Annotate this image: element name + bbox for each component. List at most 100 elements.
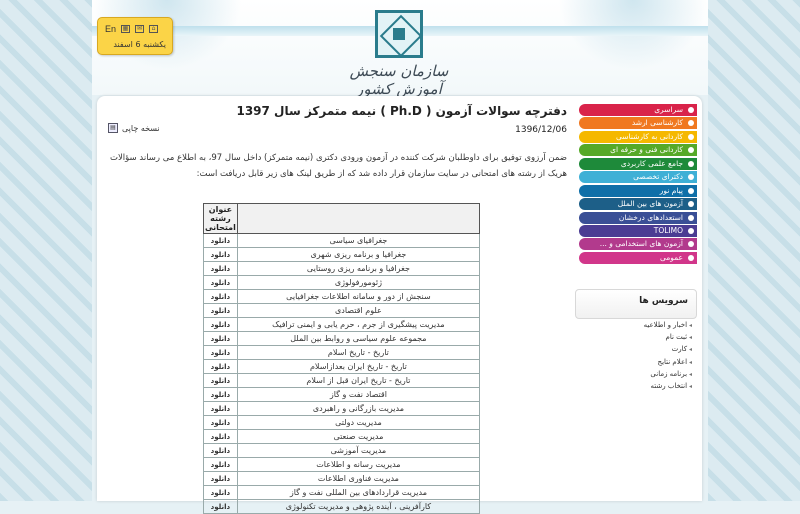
subject-name: جغرافیا و برنامه ریزی شهری (236, 247, 481, 262)
download-link[interactable]: دانلود (203, 499, 238, 514)
subject-name: مدیریت دولتی (236, 415, 481, 430)
menu-item-label: کاردانی به کارشناسی (616, 131, 683, 141)
bullet-icon (688, 227, 694, 234)
download-link[interactable]: دانلود (203, 485, 238, 500)
menu-item-label: جامع علمی کاربردی (620, 158, 683, 168)
download-link[interactable]: دانلود (203, 247, 238, 262)
menu-item[interactable]: آزمون های استخدامی و ... (579, 238, 697, 251)
right-decoration (708, 0, 800, 501)
bullet-icon (688, 120, 694, 127)
article-intro: ضمن آرزوی توفیق برای داوطلبان شرکت کننده… (109, 153, 567, 179)
menu-item[interactable]: کارشناسی ارشد (579, 117, 697, 130)
bullet-icon (688, 174, 694, 181)
right-sidebar: سراسری کارشناسی ارشد کاردانی به کارشناسی کا… (572, 96, 702, 501)
menu-item[interactable]: کاردانی فنی و حرفه ای (579, 144, 697, 157)
download-link[interactable]: دانلود (203, 401, 238, 416)
bullet-icon (688, 254, 694, 261)
table-header-subject: عنوان رشته امتحانی (203, 203, 238, 234)
table-row: مدیریت آموزشی دانلود (203, 443, 481, 458)
download-link[interactable]: دانلود (203, 331, 238, 346)
table-row: تاریخ - تاریخ ایران قبل از اسلام دانلود (203, 373, 481, 388)
logo-text[interactable]: سازمان سنجش آموزش کشور (332, 62, 466, 98)
download-link[interactable]: دانلود (203, 415, 238, 430)
subject-name: علوم اقتصادی (236, 303, 481, 318)
mail-icon[interactable]: ✉ (135, 25, 145, 33)
subject-name: سنجش از دور و سامانه اطلاعات جغرافیایی (236, 289, 481, 304)
main-container: دفترچه سوالات آزمون ( Ph.D ) نیمه متمرکز… (97, 96, 702, 514)
table-row: علوم اقتصادی دانلود (203, 303, 481, 318)
subject-name: مدیریت قراردادهای بین المللی نفت و گاز (236, 485, 481, 500)
download-link[interactable]: دانلود (203, 303, 238, 318)
home-icon[interactable]: ⌂ (149, 25, 159, 33)
download-link[interactable]: دانلود (203, 345, 238, 360)
menu-item-label: عمومی (660, 252, 683, 262)
current-date: یکشنبه 6 اسفند (113, 40, 166, 49)
subject-name: ژئومورفولوژی (236, 275, 481, 290)
subjects-table: عنوان رشته امتحانی جغرافیای سیاسی دانلود ج… (203, 203, 481, 514)
bullet-icon (688, 214, 694, 221)
subject-name: مدیریت پیشگیری از جرم ، حرم یابی و ایمنی… (236, 317, 481, 332)
menu-item[interactable]: سراسری (579, 104, 697, 116)
subject-name: تاریخ - تاریخ ایران قبل از اسلام (236, 373, 481, 388)
download-link[interactable]: دانلود (203, 387, 238, 402)
service-link[interactable]: اعلام نتایج (582, 356, 692, 368)
download-link[interactable]: دانلود (203, 233, 238, 248)
menu-item-label: سراسری (654, 105, 683, 114)
service-link[interactable]: کارت (582, 343, 692, 355)
download-link[interactable]: دانلود (203, 457, 238, 472)
subject-name: مدیریت رسانه و اطلاعات (236, 457, 481, 472)
menu-item[interactable]: TOLIMO (579, 224, 697, 237)
site-header: سازمان سنجش آموزش کشور (92, 0, 708, 98)
page-title: دفترچه سوالات آزمون ( Ph.D ) نیمه متمرکز… (236, 104, 567, 118)
download-link[interactable]: دانلود (203, 471, 238, 486)
menu-item[interactable]: عمومی (579, 251, 697, 264)
download-link[interactable]: دانلود (203, 317, 238, 332)
printer-icon[interactable]: ▤ (108, 123, 118, 133)
menu-item[interactable]: پیام نور (579, 184, 697, 197)
subject-name: مجموعه علوم سیاسی و روابط بین الملل (236, 331, 481, 346)
service-link[interactable]: انتخاب رشته (582, 380, 692, 392)
download-link[interactable]: دانلود (203, 443, 238, 458)
bullet-icon (688, 160, 694, 167)
menu-item-label: استعدادهای درخشان (618, 212, 683, 222)
service-link[interactable]: ثبت نام (582, 331, 692, 343)
table-row: ژئومورفولوژی دانلود (203, 275, 481, 290)
table-row: مدیریت فناوری اطلاعات دانلود (203, 471, 481, 486)
table-row: مدیریت صنعتی دانلود (203, 429, 481, 444)
menu-item[interactable]: دکترای تخصصی (579, 171, 697, 184)
table-row: جغرافیا و برنامه ریزی روستایی دانلود (203, 261, 481, 276)
menu-item[interactable]: کاردانی به کارشناسی (579, 130, 697, 143)
download-link[interactable]: دانلود (203, 373, 238, 388)
subject-name: تاریخ - تاریخ اسلام (236, 345, 481, 360)
table-row: تاریخ - تاریخ ایران بعدازاسلام دانلود (203, 359, 481, 374)
services-box: سرویس ها (575, 289, 697, 319)
menu-item[interactable]: جامع علمی کاربردی (579, 157, 697, 170)
sitemap-icon[interactable]: ▦ (121, 25, 131, 33)
table-row: مدیریت قراردادهای بین المللی نفت و گاز دا… (203, 485, 481, 500)
download-link[interactable]: دانلود (203, 429, 238, 444)
download-link[interactable]: دانلود (203, 289, 238, 304)
table-row: جغرافیای سیاسی دانلود (203, 233, 481, 248)
logo-emblem[interactable] (375, 10, 423, 58)
menu-item-label: آزمون های بین الملل (617, 199, 683, 209)
bullet-icon (688, 187, 694, 194)
service-link[interactable]: اخبار و اطلاعیه (582, 319, 692, 331)
subject-name: جغرافیای سیاسی (236, 233, 481, 248)
print-label[interactable]: نسخه چاپی (122, 124, 160, 133)
download-link[interactable]: دانلود (203, 261, 238, 276)
subject-name: مدیریت فناوری اطلاعات (236, 471, 481, 486)
download-link[interactable]: دانلود (203, 275, 238, 290)
menu-item[interactable]: استعدادهای درخشان (579, 211, 697, 224)
table-row: مدیریت رسانه و اطلاعات دانلود (203, 457, 481, 472)
toolbox: En ▦ ✉ ⌂ یکشنبه 6 اسفند (97, 17, 173, 55)
service-link[interactable]: برنامه زمانی (582, 368, 692, 380)
english-link[interactable]: En (105, 24, 116, 34)
print-link[interactable]: نسخه چاپی ▤ (108, 123, 160, 133)
table-row: مدیریت دولتی دانلود (203, 415, 481, 430)
table-row: سنجش از دور و سامانه اطلاعات جغرافیایی دا… (203, 289, 481, 304)
menu-item[interactable]: آزمون های بین الملل (579, 198, 697, 211)
table-row: جغرافیا و برنامه ریزی شهری دانلود (203, 247, 481, 262)
bullet-icon (688, 241, 694, 248)
table-row: تاریخ - تاریخ اسلام دانلود (203, 345, 481, 360)
download-link[interactable]: دانلود (203, 359, 238, 374)
